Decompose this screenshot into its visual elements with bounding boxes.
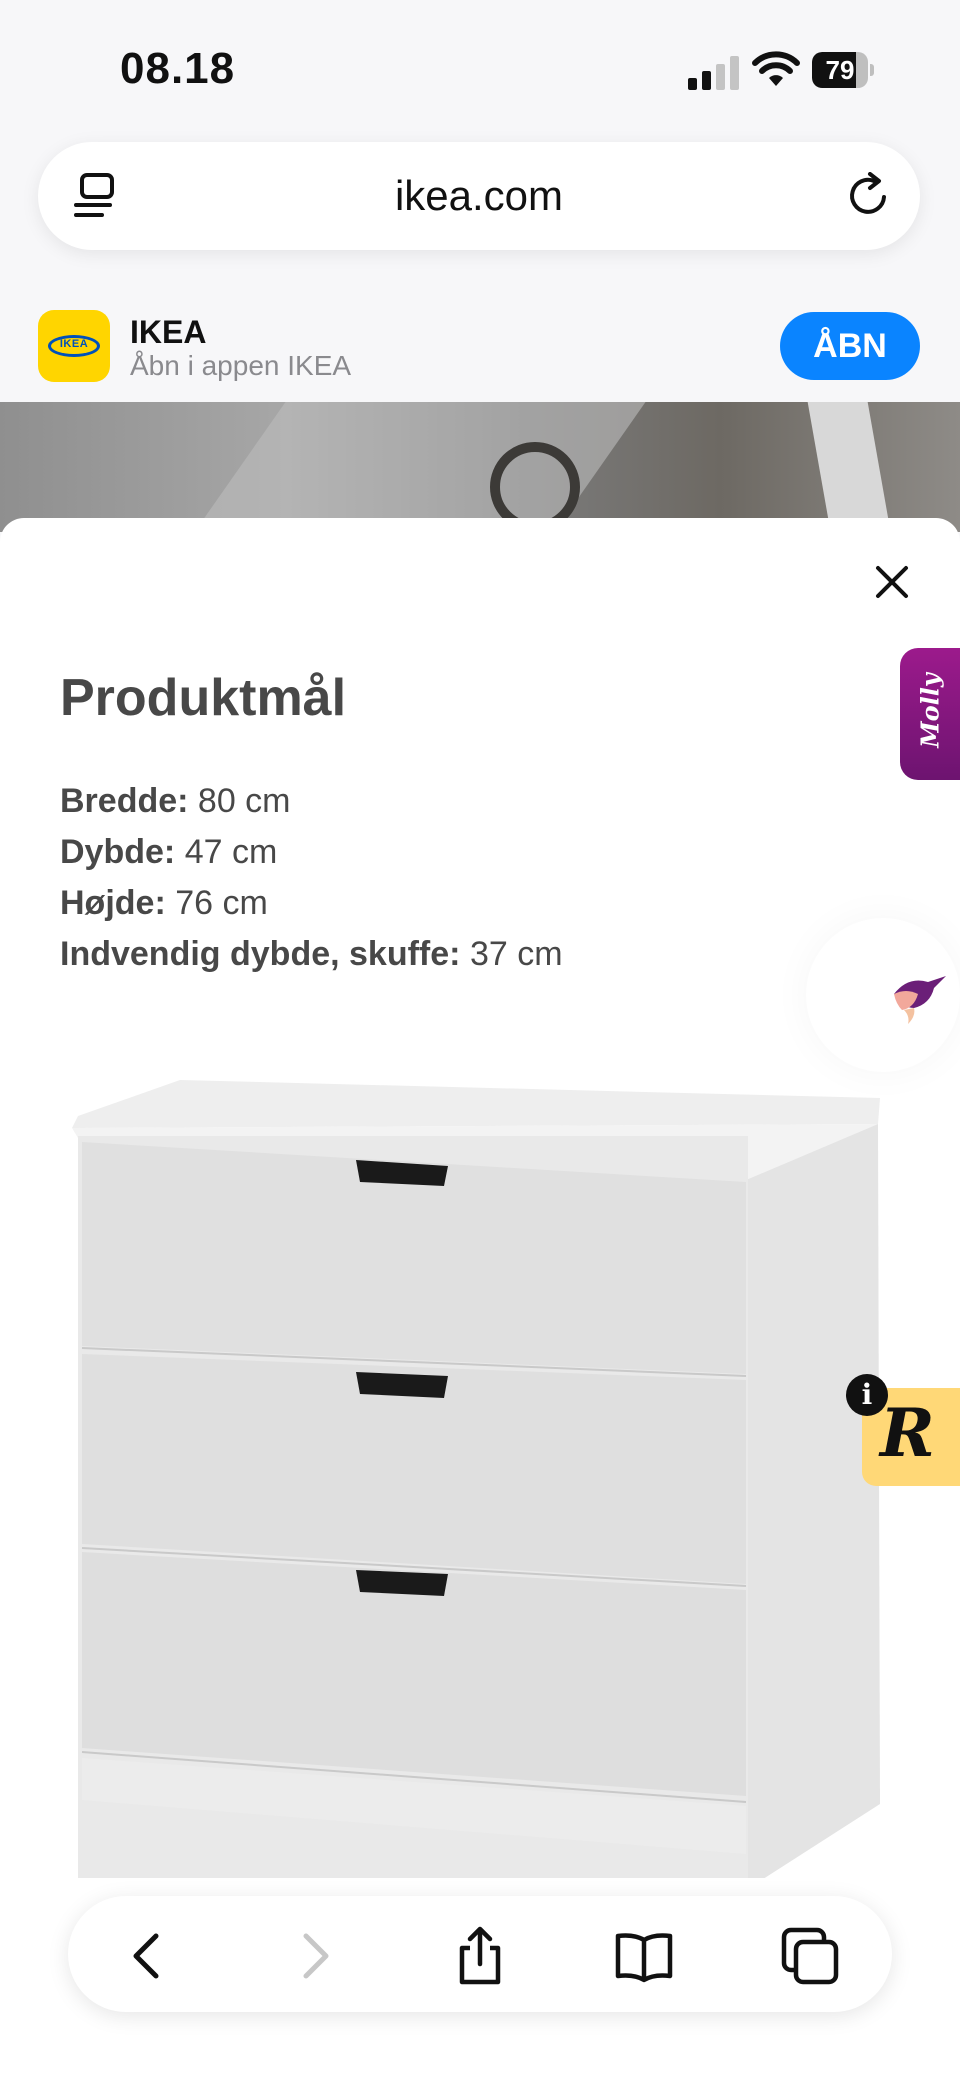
r-logo: R	[880, 1394, 935, 1472]
url-text[interactable]: ikea.com	[38, 172, 920, 220]
close-icon[interactable]	[868, 558, 916, 606]
dimension-width: Bredde: 80 cm	[60, 776, 563, 827]
dresser-product-image	[72, 1080, 880, 1878]
share-icon	[459, 1926, 501, 1985]
background-product-photo	[0, 402, 960, 532]
open-app-button[interactable]: ÅBN	[780, 312, 920, 380]
dimension-value: 76 cm	[175, 884, 268, 922]
browser-toolbar	[68, 1896, 892, 2012]
wifi-icon	[752, 51, 800, 86]
dimension-drawer-depth: Indvendig dybde, skuffe: 37 cm	[60, 929, 563, 980]
bird-assistant-widget[interactable]	[806, 918, 960, 1072]
dimension-value: 47 cm	[184, 833, 278, 871]
ikea-logo: IKEA	[48, 335, 100, 357]
cellular-signal-icon	[688, 56, 739, 90]
dimension-label: Indvendig dybde, skuffe:	[60, 935, 461, 973]
dimension-value: 80 cm	[197, 782, 291, 820]
page-title: Produktmål	[60, 669, 347, 727]
battery-icon: 79	[812, 52, 874, 88]
bird-icon	[894, 976, 946, 1024]
product-dimensions-sheet: Produktmål Bredde: 80 cm Dybde: 47 cm Hø…	[0, 518, 960, 2081]
dimensions-list: Bredde: 80 cm Dybde: 47 cm Højde: 76 cm …	[60, 776, 563, 980]
molly-widget-tab[interactable]: Molly	[900, 648, 960, 780]
dimension-height: Højde: 76 cm	[60, 878, 563, 929]
clock: 08.18	[120, 44, 236, 93]
bookmarks-button[interactable]	[614, 1926, 674, 1986]
info-icon[interactable]: i	[846, 1374, 888, 1416]
tabs-button[interactable]	[780, 1926, 840, 1986]
smart-app-banner: IKEA IKEA Åbn i appen IKEA ÅBN	[0, 290, 960, 402]
tabs-icon	[781, 1927, 839, 1985]
forward-button[interactable]	[284, 1926, 344, 1986]
address-bar[interactable]: ikea.com	[38, 142, 920, 250]
app-subtitle: Åbn i appen IKEA	[130, 350, 352, 381]
dimension-label: Bredde:	[60, 782, 189, 820]
molly-label: Molly	[915, 673, 945, 748]
battery-level: 79	[825, 55, 855, 85]
dimension-label: Højde:	[60, 884, 166, 922]
back-button[interactable]	[118, 1926, 178, 1986]
chevron-left-icon	[133, 1933, 159, 1979]
share-button[interactable]	[450, 1926, 510, 1986]
dimension-depth: Dybde: 47 cm	[60, 827, 563, 878]
book-icon	[615, 1933, 673, 1983]
dimension-value: 37 cm	[469, 935, 563, 973]
ikea-app-icon: IKEA	[38, 310, 110, 382]
chevron-right-icon	[303, 1933, 329, 1979]
app-name: IKEA	[130, 314, 207, 350]
reload-icon[interactable]	[846, 172, 892, 218]
dimension-label: Dybde:	[60, 833, 176, 871]
status-bar: 08.18 79	[0, 0, 960, 140]
